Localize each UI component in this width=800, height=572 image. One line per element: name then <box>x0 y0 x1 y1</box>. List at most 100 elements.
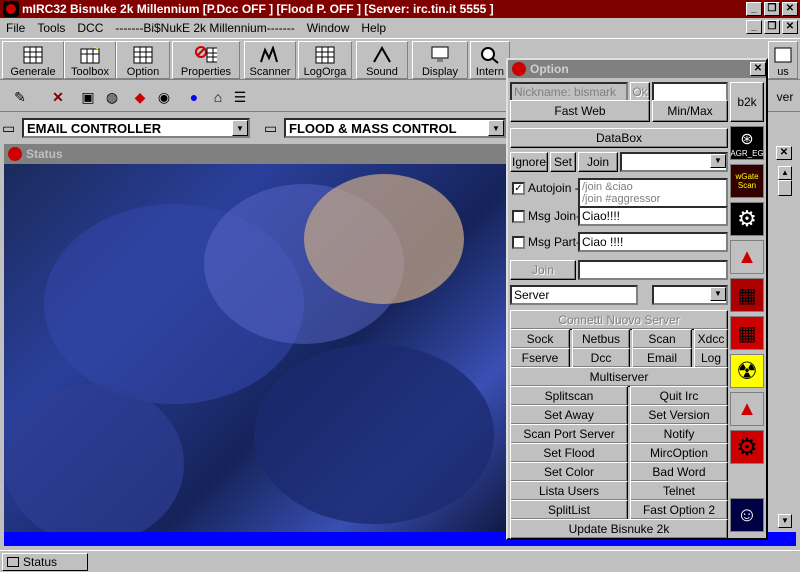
multiserver-button[interactable]: Multiserver <box>510 367 728 387</box>
taskbar-status-button[interactable]: Status <box>2 552 88 571</box>
lista-users-button[interactable]: Lista Users <box>510 481 628 501</box>
mdi-close-button[interactable]: ✕ <box>782 20 798 34</box>
chat-icon[interactable]: ▣ <box>76 86 100 108</box>
option-close-button[interactable]: ✕ <box>750 62 766 76</box>
update-bisnuke-button[interactable]: Update Bisnuke 2k <box>510 519 728 539</box>
alien-icon[interactable]: ☺ <box>730 498 764 532</box>
quit-irc-button[interactable]: Quit Irc <box>630 386 728 406</box>
splitscan-button[interactable]: Splitscan <box>510 386 628 406</box>
connect-server-button[interactable]: Connetti Nuovo Server <box>510 310 728 330</box>
msgjoin-checkbox[interactable] <box>512 210 525 223</box>
mdi-minimize-button[interactable]: _ <box>746 20 762 34</box>
scroll-down-button[interactable]: ▼ <box>778 514 792 528</box>
disc-icon[interactable]: ◉ <box>152 86 176 108</box>
join-channel-input[interactable] <box>578 260 728 280</box>
flaming-gear-icon[interactable]: ⚙ <box>730 430 764 464</box>
toolbar-sound[interactable]: Sound <box>356 41 408 79</box>
msgpart-input[interactable]: Ciao !!!! <box>578 232 728 252</box>
fast-option-2-button[interactable]: Fast Option 2 <box>630 500 728 520</box>
set-flood-button[interactable]: Set Flood <box>510 443 628 463</box>
gear-icon[interactable]: ⚙ <box>730 202 764 236</box>
join-button[interactable]: Join <box>578 152 618 172</box>
radiation-icon[interactable]: ☢ <box>730 354 764 388</box>
msgjoin-input[interactable]: Ciao!!!! <box>578 206 728 226</box>
ok-button[interactable]: Ok <box>630 82 650 102</box>
b2k-button[interactable]: b2k <box>730 82 764 122</box>
right-pane-close-button[interactable]: ✕ <box>776 146 792 160</box>
email-button[interactable]: Email <box>632 348 692 368</box>
min-max-button[interactable]: Min/Max <box>652 100 728 122</box>
telnet-button[interactable]: Telnet <box>630 481 728 501</box>
scroll-up-button[interactable]: ▲ <box>778 166 792 180</box>
red-block-2-icon[interactable]: ▦ <box>730 316 764 350</box>
autojoin-textarea[interactable]: /join &ciao /join #aggressor <box>578 178 728 208</box>
toolbar-generale[interactable]: Generale <box>2 41 64 79</box>
menu-help[interactable]: Help <box>355 21 392 35</box>
set-color-button[interactable]: Set Color <box>510 462 628 482</box>
chevron-down-icon[interactable]: ▼ <box>710 287 726 301</box>
nickname-input[interactable] <box>652 82 728 102</box>
toolbar-partial-right[interactable]: us <box>768 41 798 79</box>
chevron-down-icon[interactable]: ▼ <box>232 120 248 136</box>
home-icon[interactable]: ⌂ <box>206 86 230 108</box>
email-controller-select[interactable]: EMAIL CONTROLLER ▼ <box>22 118 250 138</box>
close-button[interactable]: ✕ <box>782 2 798 16</box>
option-titlebar[interactable]: Option <box>508 60 766 78</box>
toolbar-intern[interactable]: Intern <box>470 41 510 79</box>
fast-web-button[interactable]: Fast Web <box>510 100 650 122</box>
ignore-button[interactable]: Ignore <box>510 152 548 172</box>
scan-button[interactable]: Scan <box>632 329 692 349</box>
menu-window[interactable]: Window <box>301 21 356 35</box>
chevron-down-icon[interactable]: ▼ <box>710 154 726 168</box>
toolbar-option[interactable]: Option <box>116 41 170 79</box>
menu-file[interactable]: File <box>0 21 31 35</box>
xdcc-button[interactable]: Xdcc <box>694 329 728 349</box>
splitlist-button[interactable]: SplitList <box>510 500 628 520</box>
nickname-field[interactable]: Nickname: bismark <box>510 82 628 102</box>
tool-icon[interactable]: ◆ <box>128 86 152 108</box>
toolbar-toolbox[interactable]: Toolbox <box>64 41 116 79</box>
toolbar-logorga[interactable]: LogOrga <box>298 41 352 79</box>
bad-word-button[interactable]: Bad Word <box>630 462 728 482</box>
gate-scan-icon[interactable]: wGate Scan <box>730 164 764 198</box>
join-disabled-button[interactable]: Join <box>510 260 576 280</box>
netbus-button[interactable]: Netbus <box>572 329 630 349</box>
scan-port-server-button[interactable]: Scan Port Server <box>510 424 628 444</box>
toolbar-display[interactable]: Display <box>412 41 468 79</box>
agr-eg-icon[interactable]: ⊛ AGR_EG <box>730 126 764 160</box>
notes-icon[interactable]: ☰ <box>228 86 252 108</box>
databox-button[interactable]: DataBox <box>510 128 728 148</box>
globe-icon[interactable]: ◍ <box>100 86 124 108</box>
fire-building-2-icon[interactable]: ▲ <box>730 392 764 426</box>
notify-button[interactable]: Notify <box>630 424 728 444</box>
red-block-icon[interactable]: ▦ <box>730 278 764 312</box>
server-input[interactable]: Server <box>510 285 638 305</box>
flood-control-select[interactable]: FLOOD & MASS CONTROL ▼ <box>284 118 506 138</box>
scrollbar-thumb[interactable] <box>778 180 792 196</box>
set-away-button[interactable]: Set Away <box>510 405 628 425</box>
set-button[interactable]: Set <box>550 152 576 172</box>
set-version-button[interactable]: Set Version <box>630 405 728 425</box>
restore-button[interactable]: ❐ <box>764 2 780 16</box>
dcc-button[interactable]: Dcc <box>572 348 630 368</box>
menu-dcc[interactable]: DCC <box>71 21 109 35</box>
chevron-down-icon[interactable]: ▼ <box>488 120 504 136</box>
pencil-icon[interactable]: ✎ <box>8 86 32 108</box>
mirc-option-button[interactable]: MircOption <box>630 443 728 463</box>
menu-bisnuke[interactable]: -------Bi$NukE 2k Millennium------- <box>109 21 300 35</box>
toolbar2-partial-right[interactable]: ver <box>770 86 800 108</box>
sock-button[interactable]: Sock <box>510 329 570 349</box>
app-icon[interactable] <box>3 1 19 17</box>
toolbar-properties[interactable]: Properties <box>172 41 240 79</box>
fire-building-icon[interactable]: ▲ <box>730 240 764 274</box>
mdi-restore-button[interactable]: ❐ <box>764 20 780 34</box>
menu-tools[interactable]: Tools <box>31 21 71 35</box>
autojoin-checkbox[interactable]: ✓ <box>512 182 525 195</box>
minimize-button[interactable]: _ <box>746 2 762 16</box>
earth-icon[interactable]: ● <box>182 86 206 108</box>
msgpart-checkbox[interactable] <box>512 236 525 249</box>
fserve-button[interactable]: Fserve <box>510 348 570 368</box>
status-window-titlebar[interactable]: Status <box>4 144 508 164</box>
delete-icon[interactable]: ✕ <box>46 86 70 108</box>
channel-select[interactable]: ▼ <box>620 152 728 172</box>
